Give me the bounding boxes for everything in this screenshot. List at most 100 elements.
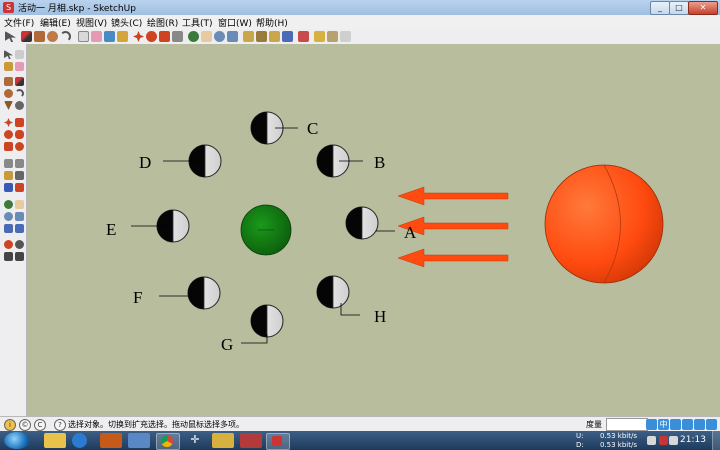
show-desktop-button[interactable] xyxy=(712,431,720,450)
ie-icon[interactable] xyxy=(72,433,87,448)
ime-moon-icon[interactable] xyxy=(670,419,681,430)
make-component-icon[interactable] xyxy=(15,50,24,59)
orbit-icon[interactable] xyxy=(4,200,13,209)
credits-icon[interactable]: © xyxy=(19,419,31,431)
monochrome-icon[interactable] xyxy=(340,31,351,42)
xray-icon[interactable] xyxy=(298,31,309,42)
menu-edit[interactable]: 编辑(E) xyxy=(40,16,71,29)
offset-icon[interactable] xyxy=(159,31,170,42)
eraser-icon[interactable] xyxy=(15,62,24,71)
move-icon[interactable] xyxy=(4,118,13,127)
help-icon[interactable]: ? xyxy=(54,419,66,431)
window-title: 活动一 月相.skp - SketchUp xyxy=(18,4,136,14)
ime-punct-icon[interactable] xyxy=(682,419,693,430)
sketchup-taskbar-button[interactable] xyxy=(266,433,290,450)
tray-network-icon[interactable] xyxy=(647,436,656,445)
follow-me-icon[interactable] xyxy=(15,130,24,139)
right-view-icon[interactable] xyxy=(282,31,293,42)
tape-measure-icon[interactable] xyxy=(172,31,183,42)
axes-icon[interactable] xyxy=(4,183,13,192)
tray-alert-icon[interactable] xyxy=(659,436,668,445)
media-player-icon[interactable] xyxy=(100,433,122,448)
network-app-icon[interactable] xyxy=(128,433,150,448)
wireframe-icon[interactable] xyxy=(314,31,325,42)
push-pull-icon[interactable] xyxy=(117,31,128,42)
ime-chinese-icon[interactable]: 中 xyxy=(658,419,669,430)
tape-measure-icon[interactable] xyxy=(4,159,13,168)
walk-icon[interactable] xyxy=(4,252,13,261)
zoom-extents-icon[interactable] xyxy=(15,224,24,233)
crosshair-app-icon[interactable]: ✛ xyxy=(184,433,206,448)
polygon-icon[interactable] xyxy=(4,101,13,110)
text-icon[interactable] xyxy=(15,171,24,180)
iso-view-icon[interactable] xyxy=(269,31,280,42)
zoom-window-icon[interactable] xyxy=(15,212,24,221)
ime-keyboard-icon[interactable] xyxy=(694,419,705,430)
start-button[interactable] xyxy=(4,432,30,449)
arc-icon[interactable] xyxy=(15,89,24,98)
moon-a xyxy=(345,206,395,240)
pan-icon[interactable] xyxy=(201,31,212,42)
menu-view[interactable]: 视图(V) xyxy=(76,16,107,29)
top-view-icon[interactable] xyxy=(256,31,267,42)
front-view-icon[interactable] xyxy=(243,31,254,42)
menu-draw[interactable]: 绘图(R) xyxy=(147,16,178,29)
move-icon[interactable] xyxy=(133,31,144,42)
zoom-extents-icon[interactable] xyxy=(227,31,238,42)
menu-tools[interactable]: 工具(T) xyxy=(182,16,213,29)
3d-text-icon[interactable] xyxy=(15,183,24,192)
circle-icon[interactable] xyxy=(47,31,58,42)
menu-help[interactable]: 帮助(H) xyxy=(256,16,288,29)
explorer-icon[interactable] xyxy=(44,433,66,448)
earth xyxy=(240,204,292,256)
shaded-icon[interactable] xyxy=(327,31,338,42)
offset-icon[interactable] xyxy=(15,142,24,151)
drawing-canvas[interactable]: A B C D E F G H xyxy=(27,44,720,416)
close-button[interactable]: ✕ xyxy=(688,1,718,15)
folder-app-icon[interactable] xyxy=(212,433,234,448)
make-component-icon[interactable] xyxy=(78,31,89,42)
ime-settings-icon[interactable] xyxy=(706,419,717,430)
freehand-icon[interactable] xyxy=(15,101,24,110)
push-pull-icon[interactable] xyxy=(15,118,24,127)
select-icon[interactable] xyxy=(5,31,16,42)
user-icon[interactable]: C xyxy=(34,419,46,431)
position-camera-icon[interactable] xyxy=(4,240,13,249)
menu-camera[interactable]: 镜头(C) xyxy=(111,16,142,29)
rectangle-icon[interactable] xyxy=(4,77,13,86)
menu-file[interactable]: 文件(F) xyxy=(4,16,34,29)
paint-bucket-icon[interactable] xyxy=(4,62,13,71)
main-toolbar xyxy=(0,29,720,45)
section-plane-icon[interactable] xyxy=(15,252,24,261)
dimension-icon[interactable] xyxy=(15,159,24,168)
pan-icon[interactable] xyxy=(15,200,24,209)
pencil-icon[interactable] xyxy=(21,31,32,42)
eraser-icon[interactable] xyxy=(91,31,102,42)
rectangle-icon[interactable] xyxy=(34,31,45,42)
moon-f xyxy=(159,276,221,310)
look-around-icon[interactable] xyxy=(15,240,24,249)
clock[interactable]: 21:13 xyxy=(680,435,706,445)
zoom-icon[interactable] xyxy=(214,31,225,42)
scale-icon[interactable] xyxy=(4,142,13,151)
orbit-icon[interactable] xyxy=(188,31,199,42)
maximize-button[interactable]: □ xyxy=(669,1,689,15)
app-icon[interactable] xyxy=(240,433,262,448)
paint-bucket-icon[interactable] xyxy=(104,31,115,42)
ime-logo-icon[interactable] xyxy=(646,419,657,430)
tray-volume-icon[interactable] xyxy=(669,436,678,445)
line-icon[interactable] xyxy=(15,77,24,86)
geo-location-icon[interactable]: i xyxy=(4,419,16,431)
chrome-taskbar-button[interactable] xyxy=(156,433,180,450)
circle-icon[interactable] xyxy=(4,89,13,98)
protractor-icon[interactable] xyxy=(4,171,13,180)
rotate-icon[interactable] xyxy=(146,31,157,42)
measurements-input[interactable] xyxy=(606,418,648,431)
zoom-icon[interactable] xyxy=(4,212,13,221)
select-icon[interactable] xyxy=(4,50,13,59)
minimize-button[interactable]: _ xyxy=(650,1,670,15)
previous-view-icon[interactable] xyxy=(4,224,13,233)
rotate-icon[interactable] xyxy=(4,130,13,139)
menu-window[interactable]: 窗口(W) xyxy=(218,16,252,29)
arc-icon[interactable] xyxy=(60,31,71,42)
